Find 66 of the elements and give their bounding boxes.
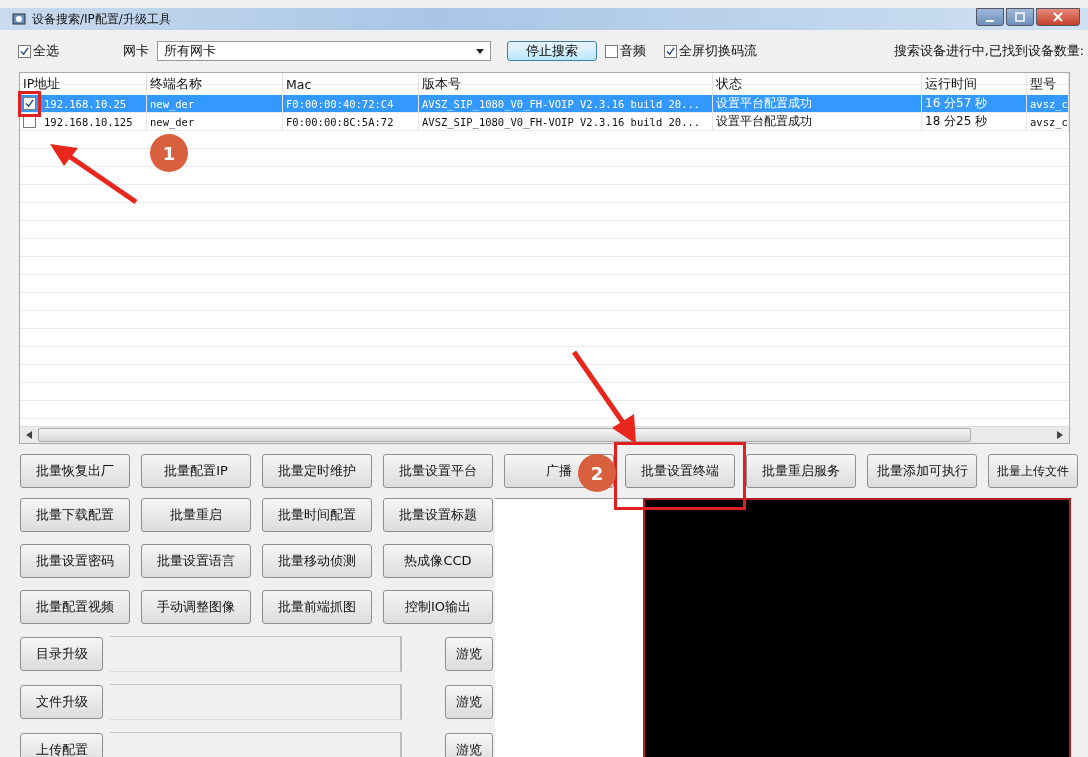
horizontal-scrollbar[interactable] <box>20 426 1069 443</box>
dropdown-arrow-icon <box>476 48 484 54</box>
row-checkbox[interactable] <box>23 97 36 110</box>
action-button[interactable]: 批量前端抓图 <box>262 590 372 624</box>
table-cell: new_der <box>150 115 195 128</box>
action-button[interactable]: 批量配置IP <box>141 454 251 488</box>
action-button[interactable]: 控制IO输出 <box>383 590 493 624</box>
upgrade-button[interactable]: 目录升级 <box>20 637 103 671</box>
path-field[interactable] <box>110 684 402 720</box>
scroll-left-icon[interactable] <box>26 431 32 439</box>
upgrade-button[interactable]: 上传配置 <box>20 733 103 757</box>
browse-button[interactable]: 游览 <box>445 685 493 719</box>
window-title: 设备搜索/IP配置/升级工具 <box>32 10 171 28</box>
browse-button[interactable]: 游览 <box>445 733 493 757</box>
table-cell: 192.168.10.125 <box>44 115 133 128</box>
action-button[interactable]: 批量添加可执行 <box>867 454 977 488</box>
action-button[interactable]: 热成像CCD <box>383 544 493 578</box>
table-cell: F0:00:00:40:72:C4 <box>286 97 394 110</box>
table-cell: AVSZ_SIP_1080_V0_FH-VOIP V2.3.16 build 20... <box>422 97 701 110</box>
maximize-icon <box>1015 12 1025 22</box>
nic-dropdown[interactable]: 所有网卡 <box>157 41 491 61</box>
table-cell: 设置平台配置成功 <box>716 113 812 130</box>
action-button[interactable]: 批量重启 <box>141 498 251 532</box>
audio-checkbox[interactable]: 音频 <box>605 42 646 60</box>
action-button[interactable]: 批量配置视频 <box>20 590 130 624</box>
search-status: 搜索设备进行中,已找到设备数量: <box>893 42 1084 60</box>
action-button[interactable]: 批量下载配置 <box>20 498 130 532</box>
table-cell: new_der <box>150 97 195 110</box>
table-cell: avsz_c <box>1030 97 1068 110</box>
table-cell: avsz_c <box>1030 115 1068 128</box>
table-cell: 16 分57 秒 <box>925 95 988 112</box>
action-button[interactable]: 批量上传文件 <box>988 454 1078 488</box>
action-button[interactable]: 批量重启服务 <box>746 454 856 488</box>
action-button[interactable]: 批量移动侦测 <box>262 544 372 578</box>
table-cell: 192.168.10.25 <box>44 97 127 110</box>
action-button[interactable]: 批量设置终端 <box>625 454 735 488</box>
action-button[interactable]: 批量设置语言 <box>141 544 251 578</box>
stop-search-button[interactable]: 停止搜索 <box>507 41 597 61</box>
nic-label: 网卡 <box>123 42 149 60</box>
action-button[interactable]: 批量设置标题 <box>383 498 493 532</box>
browse-button[interactable]: 游览 <box>445 637 493 671</box>
close-button[interactable] <box>1036 8 1080 26</box>
action-button[interactable]: 手动调整图像 <box>141 590 251 624</box>
path-field[interactable] <box>110 636 402 672</box>
table-cell: 设置平台配置成功 <box>716 95 812 112</box>
action-button[interactable]: 批量设置平台 <box>383 454 493 488</box>
action-button[interactable]: 批量定时维护 <box>262 454 372 488</box>
device-row[interactable]: 192.168.10.125 new_der F0:00:00:8C:5A:72 AVSZ_SIP_1080_V0_FH-VOIP V2.3.16 build 20... 设置平台配置成功 18 分25 秒 avsz_c <box>20 113 1069 131</box>
action-button[interactable]: 批量设置密码 <box>20 544 130 578</box>
fullscreen-switch-checkbox[interactable]: 全屏切换码流 <box>664 42 757 60</box>
table-cell: 18 分25 秒 <box>925 113 988 130</box>
select-all-checkbox[interactable]: 全选 <box>18 42 59 60</box>
checkmark-icon <box>20 46 29 56</box>
minimize-button[interactable] <box>976 8 1004 26</box>
close-icon <box>1053 12 1063 22</box>
highlight-frame <box>18 91 41 117</box>
maximize-button[interactable] <box>1006 8 1034 26</box>
table-cell: F0:00:00:8C:5A:72 <box>286 115 394 128</box>
app-icon <box>12 12 26 26</box>
table-cell: AVSZ_SIP_1080_V0_FH-VOIP V2.3.16 build 20... <box>422 115 701 128</box>
checkmark-icon <box>666 46 675 56</box>
action-button[interactable]: 批量时间配置 <box>262 498 372 532</box>
upgrade-button[interactable]: 文件升级 <box>20 685 103 719</box>
action-button[interactable]: 批量恢复出厂 <box>20 454 130 488</box>
minimize-icon <box>986 20 994 22</box>
scroll-right-icon[interactable] <box>1057 431 1063 439</box>
